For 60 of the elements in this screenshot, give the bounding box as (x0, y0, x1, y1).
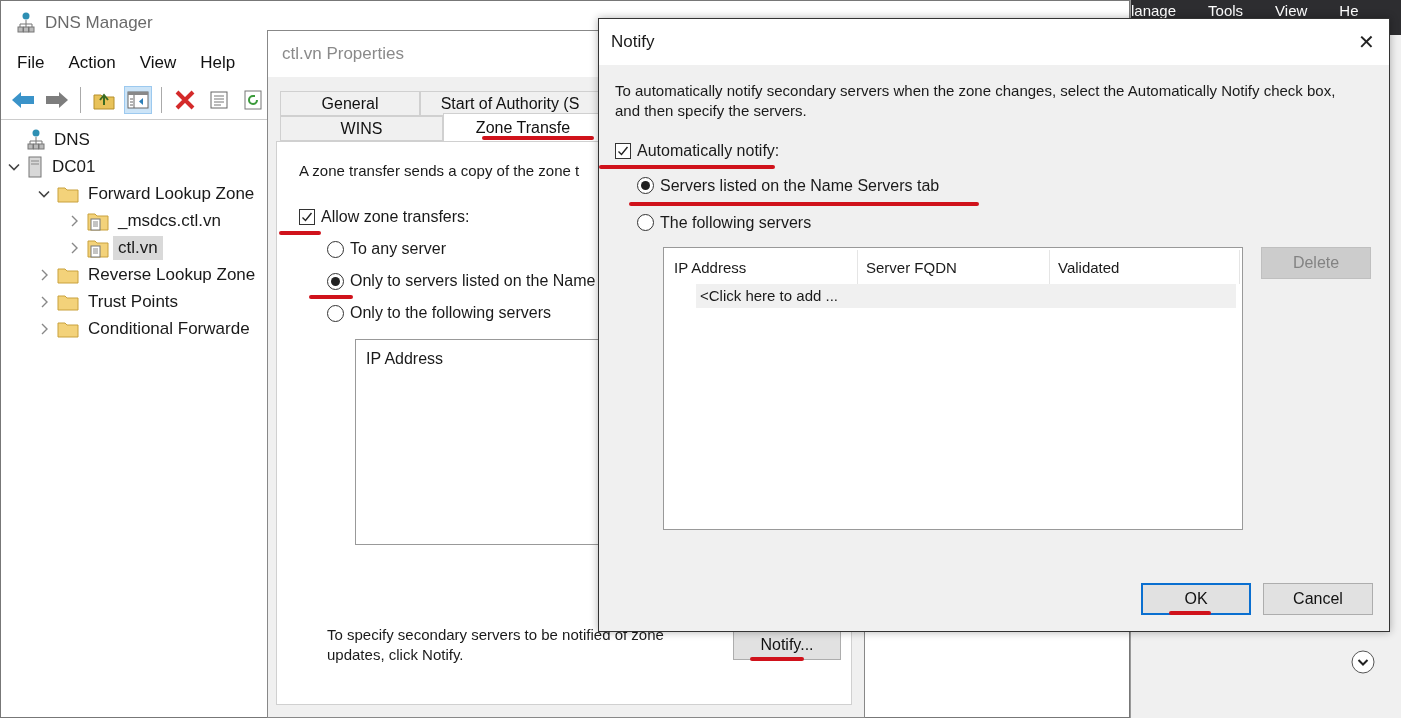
tree-item[interactable]: Conditional Forwarde (83, 316, 255, 341)
tab[interactable]: General (280, 91, 420, 116)
console-tree-icon (127, 90, 149, 110)
window-title: DNS Manager (45, 13, 153, 33)
radio-label: Only to the following servers (350, 304, 551, 322)
chevron-down-circle-icon[interactable] (1351, 650, 1375, 674)
refresh-icon (243, 90, 263, 110)
checkbox[interactable] (299, 209, 315, 225)
close-button[interactable]: ✕ (1343, 19, 1389, 65)
notify-button[interactable]: Notify... (733, 630, 841, 660)
checkbox-label: Allow zone transfers: (321, 208, 470, 226)
description-text: A zone transfer sends a copy of the zone t (299, 162, 580, 179)
add-row[interactable]: <Click here to add ... (696, 284, 1236, 308)
tree-item[interactable]: DNS (49, 127, 95, 152)
menu-item[interactable]: Tools (1208, 3, 1244, 19)
menu-item[interactable]: View (139, 53, 177, 73)
radio-button[interactable] (327, 272, 344, 290)
dialog-title: Notify (611, 32, 655, 52)
folder-icon (57, 184, 79, 203)
menu-item[interactable]: Help (200, 53, 236, 73)
tree-item[interactable]: Trust Points (83, 289, 184, 314)
checkbox-label: Automatically notify: (637, 142, 780, 160)
zone-file-icon (87, 237, 109, 258)
radio-label: The following servers (660, 213, 812, 232)
tree-item[interactable]: ctl.vn (113, 235, 163, 260)
radio-button[interactable] (327, 304, 344, 322)
server-icon (27, 155, 43, 178)
tree-item[interactable]: Forward Lookup Zone (83, 181, 260, 206)
dns-icon (17, 12, 35, 34)
menu-item[interactable]: File (17, 53, 45, 73)
cancel-button[interactable]: Cancel (1263, 583, 1373, 615)
menu-item[interactable]: He (1339, 3, 1359, 19)
menu-item[interactable]: View (1275, 3, 1308, 19)
radio-label: Servers listed on the Name Servers tab (660, 176, 940, 195)
properties-icon (209, 90, 229, 110)
radio-button[interactable] (637, 214, 654, 231)
folder-icon (57, 292, 79, 311)
folder-icon (57, 265, 79, 284)
folder-icon (57, 319, 79, 338)
delete-icon (174, 89, 196, 111)
back-arrow-icon (11, 91, 35, 109)
forward-arrow-icon (45, 91, 69, 109)
description-text: To automatically notify secondary servers when the zone changes, select the Automatically Notify check box, and then specify the servers. (615, 81, 1337, 121)
radio-label: To any server (350, 240, 447, 258)
toolbar-button[interactable] (124, 86, 152, 114)
menu-item[interactable]: Action (68, 53, 116, 73)
ok-button[interactable]: OK (1141, 583, 1251, 615)
window-title: ctl.vn Properties (282, 44, 404, 64)
checkbox[interactable] (615, 143, 631, 159)
radio-label: Only to servers listed on the Name (350, 272, 596, 290)
radio-button[interactable] (637, 177, 654, 194)
radio-button[interactable] (327, 240, 344, 258)
tab[interactable]: WINS (280, 116, 443, 141)
menu-item[interactable]: lanage (1131, 3, 1177, 19)
zone-file-icon (87, 210, 109, 231)
dns-icon (27, 128, 45, 151)
column-header: IP Address (366, 350, 444, 367)
tree-item[interactable]: DC01 (47, 154, 101, 179)
tree-item[interactable]: Reverse Lookup Zone (83, 262, 261, 287)
tree-item[interactable]: _msdcs.ctl.vn (113, 208, 226, 233)
